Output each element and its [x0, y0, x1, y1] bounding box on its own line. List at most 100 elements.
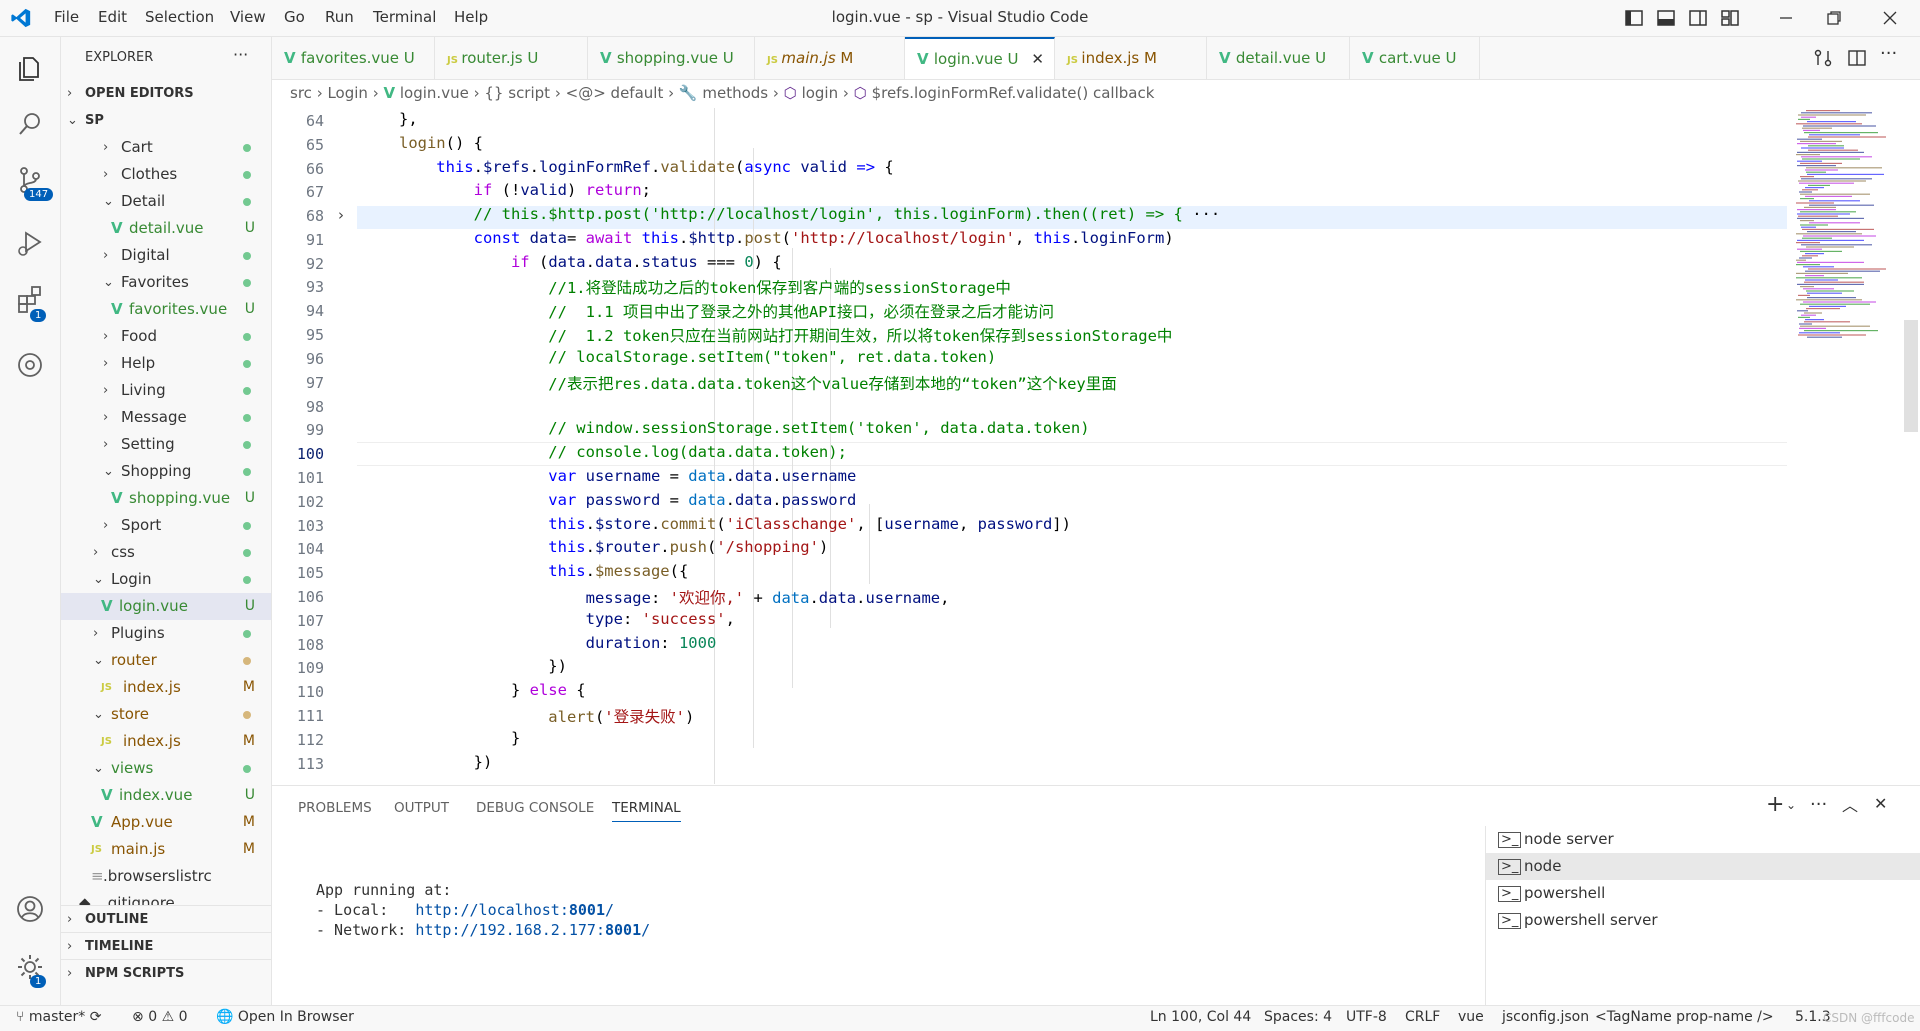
tree-item-help[interactable]: › Help: [61, 350, 271, 377]
code-line[interactable]: }): [287, 753, 493, 771]
language-status[interactable]: vue: [1458, 1009, 1484, 1025]
terminal-output[interactable]: App running at: - Local: http://localhos…: [316, 880, 650, 940]
tab-login-vue[interactable]: V login.vue U ✕: [905, 37, 1055, 79]
toggle-panel-icon[interactable]: [1654, 6, 1678, 30]
terminal-item-powershell-server[interactable]: >_ powershell server: [1486, 907, 1920, 934]
breadcrumb-callback[interactable]: $refs.loginFormRef.validate() callback: [872, 84, 1155, 102]
tree-item-views-index-vue[interactable]: Vindex.vue U: [61, 782, 271, 809]
tab-cart-vue[interactable]: V cart.vue U: [1350, 37, 1480, 79]
code-line[interactable]: alert('登录失败'): [287, 705, 694, 727]
editor-scrollbar[interactable]: [1904, 320, 1918, 432]
tree-item-gitignore[interactable]: ◆ .gitignore: [61, 890, 271, 905]
chevron-down-icon[interactable]: ⌄: [1786, 798, 1796, 812]
tree-item-message[interactable]: › Message: [61, 404, 271, 431]
accounts-icon[interactable]: [14, 893, 46, 925]
explorer-icon[interactable]: [14, 52, 46, 84]
npm-scripts-section[interactable]: › NPM SCRIPTS: [61, 959, 271, 987]
tree-item-browserslistrc[interactable]: ≡ .browserslistrc: [61, 863, 271, 890]
open-in-browser-status[interactable]: 🌐 Open In Browser: [216, 1009, 354, 1025]
code-line[interactable]: type: 'success',: [287, 610, 735, 628]
code-line[interactable]: duration: 1000: [287, 634, 717, 652]
problems-status[interactable]: ⊗ 0 ⚠ 0: [132, 1009, 188, 1025]
open-editors-section[interactable]: › OPEN EDITORS: [61, 80, 271, 107]
tagname-status[interactable]: <TagName prop-name />: [1595, 1009, 1774, 1025]
panel-tab-output[interactable]: OUTPUT: [394, 800, 449, 816]
tab-shopping-vue[interactable]: V shopping.vue U: [588, 37, 755, 79]
run-debug-icon[interactable]: [14, 227, 46, 259]
indentation-status[interactable]: Spaces: 4: [1264, 1009, 1332, 1025]
customize-layout-icon[interactable]: [1718, 6, 1742, 30]
restore-icon[interactable]: [1822, 6, 1846, 30]
panel-tab-problems[interactable]: PROBLEMS: [298, 800, 372, 816]
tree-item-living[interactable]: › Living: [61, 377, 271, 404]
minimap[interactable]: [1790, 108, 1902, 784]
tree-item-clothes[interactable]: › Clothes: [61, 161, 271, 188]
code-content[interactable]: }, login() { this.$refs.loginFormRef.val…: [357, 108, 1757, 784]
compare-changes-icon[interactable]: [1812, 47, 1834, 69]
code-line[interactable]: var username = data.data.username: [287, 467, 856, 485]
code-line[interactable]: }: [287, 729, 520, 747]
tree-item-store[interactable]: ⌄ store: [61, 701, 271, 728]
more-actions-icon[interactable]: ···: [1810, 794, 1827, 815]
tree-item-plugins[interactable]: › Plugins: [61, 620, 271, 647]
tab-index-js[interactable]: JS index.js M: [1055, 37, 1207, 79]
terminal-network-link[interactable]: http://192.168.2.177:8001/: [415, 921, 650, 939]
tree-item-login[interactable]: ⌄ Login: [61, 566, 271, 593]
toggle-primary-sidebar-icon[interactable]: [1622, 6, 1646, 30]
code-line[interactable]: this.$refs.loginFormRef.validate(async v…: [287, 158, 893, 176]
breadcrumb-default[interactable]: default: [611, 84, 664, 102]
tree-item-main-js[interactable]: JS main.js M: [61, 836, 271, 863]
tree-item-store-index-js[interactable]: JS index.js M: [61, 728, 271, 755]
code-line[interactable]: const data= await this.$http.post('http:…: [287, 229, 1174, 247]
breadcrumb-file[interactable]: login.vue: [400, 84, 469, 102]
explorer-more-button[interactable]: ···: [233, 45, 248, 64]
toggle-secondary-sidebar-icon[interactable]: [1686, 6, 1710, 30]
tree-item-shopping[interactable]: ⌄ Shopping: [61, 458, 271, 485]
jsconfig-status[interactable]: jsconfig.json: [1502, 1009, 1589, 1025]
breadcrumb-script[interactable]: script: [508, 84, 550, 102]
branch-status[interactable]: ⑂ master* ⟳: [16, 1009, 101, 1025]
code-line[interactable]: login() {: [287, 134, 483, 152]
code-line[interactable]: var password = data.data.password: [287, 491, 856, 509]
more-actions-icon[interactable]: ···: [1880, 43, 1897, 64]
tree-item-router-index-js[interactable]: JS index.js M: [61, 674, 271, 701]
code-line[interactable]: message: '欢迎你,' + data.data.username,: [287, 586, 950, 608]
panel-tab-terminal[interactable]: TERMINAL: [612, 800, 681, 822]
code-line[interactable]: this.$message({: [287, 562, 688, 580]
close-window-icon[interactable]: [1878, 6, 1902, 30]
encoding-status[interactable]: UTF-8: [1346, 1009, 1387, 1025]
timeline-section[interactable]: › TIMELINE: [61, 932, 271, 960]
tree-item-food[interactable]: › Food: [61, 323, 271, 350]
eol-status[interactable]: CRLF: [1405, 1009, 1440, 1025]
tree-item-favorites-vue[interactable]: Vfavorites.vue U: [61, 296, 271, 323]
code-line[interactable]: //1.将登陆成功之后的token保存到客户端的sessionStorage中: [287, 276, 1011, 298]
tab-router-js[interactable]: JS router.js U: [435, 37, 588, 79]
close-panel-icon[interactable]: ✕: [1874, 794, 1887, 813]
terminal-item-powershell[interactable]: >_ powershell: [1486, 880, 1920, 907]
terminal-local-link[interactable]: http://localhost:8001/: [415, 901, 614, 919]
terminal-item-node[interactable]: >_ node: [1486, 853, 1920, 880]
new-terminal-icon[interactable]: +: [1766, 792, 1784, 817]
tree-item-digital[interactable]: › Digital: [61, 242, 271, 269]
tree-item-cart[interactable]: › Cart: [61, 134, 271, 161]
code-line[interactable]: // this.$http.post('http://localhost/log…: [287, 205, 1221, 223]
tree-item-favorites[interactable]: ⌄ Favorites: [61, 269, 271, 296]
tree-item-setting[interactable]: › Setting: [61, 431, 271, 458]
code-line[interactable]: // 1.1 项目中出了登录之外的其他API接口，必须在登录之后才能访问: [287, 300, 1054, 322]
code-line[interactable]: if (data.data.status === 0) {: [287, 253, 782, 271]
remote-explorer-icon[interactable]: [14, 349, 46, 381]
code-line[interactable]: // localStorage.setItem("token", ret.dat…: [287, 348, 996, 366]
tab-favorites-vue[interactable]: V favorites.vue U: [272, 37, 435, 79]
tree-item-detail-vue[interactable]: Vdetail.vue U: [61, 215, 271, 242]
tree-item-app-vue[interactable]: V App.vue M: [61, 809, 271, 836]
code-line[interactable]: if (!valid) return;: [287, 181, 651, 199]
tree-item-detail[interactable]: ⌄ Detail: [61, 188, 271, 215]
code-line[interactable]: this.$store.commit('iClasschange', [user…: [287, 515, 1071, 533]
tree-item-sport[interactable]: › Sport: [61, 512, 271, 539]
tab-detail-vue[interactable]: V detail.vue U: [1207, 37, 1350, 79]
tree-item-shopping-vue[interactable]: Vshopping.vue U: [61, 485, 271, 512]
code-line[interactable]: },: [287, 110, 418, 128]
code-line[interactable]: }): [287, 657, 567, 675]
tree-item-login-vue[interactable]: Vlogin.vue U: [61, 593, 271, 620]
sp-folder-section[interactable]: ⌄ SP: [61, 107, 271, 134]
